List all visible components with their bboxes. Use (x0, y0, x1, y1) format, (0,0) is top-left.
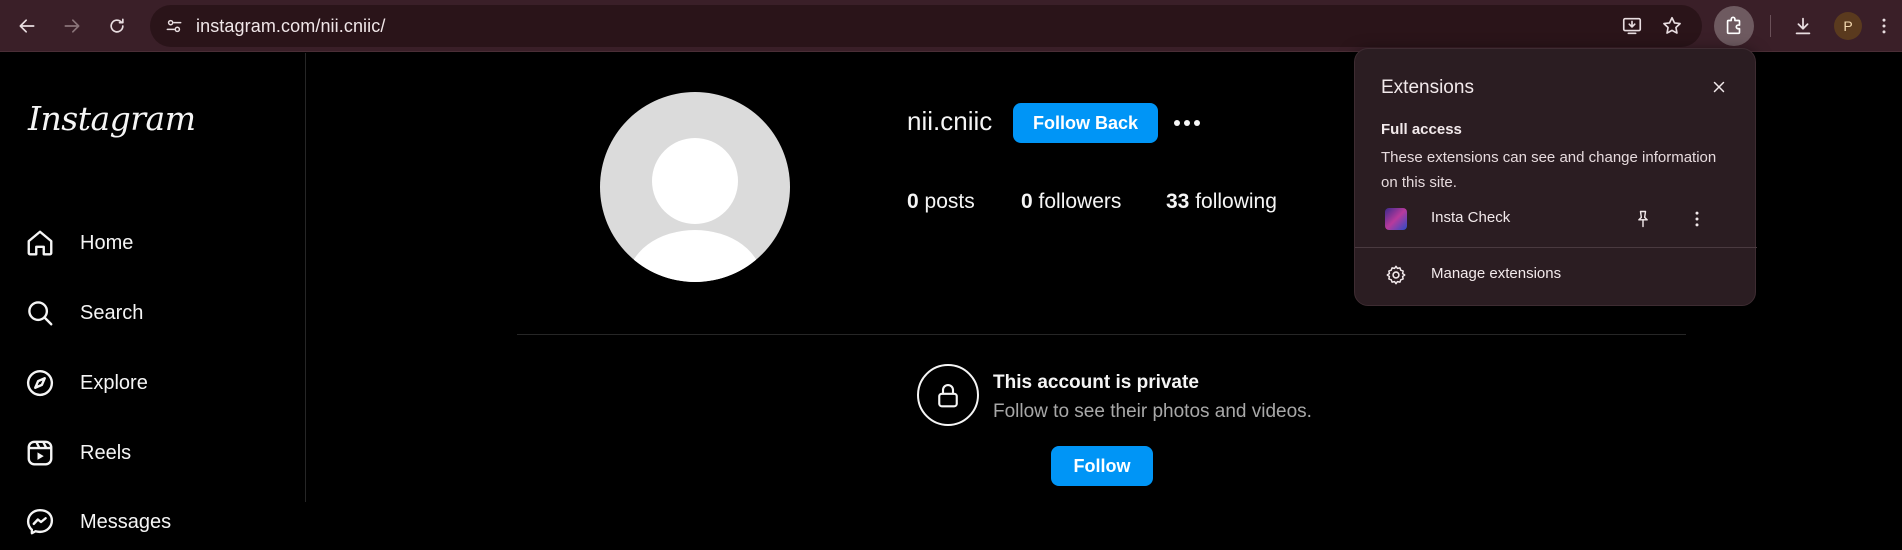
tune-icon (166, 19, 182, 33)
back-button[interactable] (10, 9, 44, 43)
downloads-button[interactable] (1786, 9, 1820, 43)
messenger-icon (12, 494, 68, 550)
follow-button[interactable]: Follow (1051, 446, 1153, 486)
popup-divider (1355, 247, 1757, 248)
install-app-icon (1622, 17, 1642, 35)
full-access-heading: Full access (1381, 121, 1462, 138)
avatar-placeholder-body (628, 230, 762, 282)
reload-button[interactable] (100, 9, 134, 43)
sidebar-item-label: Messages (80, 510, 172, 533)
sidebar-item-label: Home (80, 231, 134, 254)
followers-label: followers (1032, 190, 1122, 213)
sidebar-item-label: Reels (80, 441, 132, 464)
sidebar-item-explore[interactable]: Explore (12, 355, 292, 411)
url-text[interactable]: instagram.com/nii.cniic/ (196, 5, 385, 47)
pin-extension-button[interactable] (1629, 205, 1657, 233)
download-icon (1795, 17, 1811, 35)
browser-menu-button[interactable] (1872, 12, 1896, 40)
arrow-right-icon (64, 19, 80, 33)
forward-button[interactable] (55, 9, 89, 43)
manage-extensions-label: Manage extensions (1431, 265, 1562, 282)
kebab-icon (1695, 211, 1699, 227)
sidebar-item-messages[interactable]: Messages (12, 494, 292, 550)
close-icon (1713, 81, 1725, 93)
bookmark-button[interactable] (1658, 12, 1686, 40)
extensions-button[interactable] (1714, 6, 1754, 46)
follow-back-button[interactable]: Follow Back (1013, 103, 1158, 143)
kebab-icon (1882, 18, 1886, 34)
extension-item-insta-check[interactable]: Insta Check (1355, 197, 1757, 241)
extension-options-button[interactable] (1683, 205, 1711, 233)
manage-extensions-item[interactable]: Manage extensions (1355, 253, 1757, 297)
lock-icon (917, 364, 979, 426)
posts-number: 0 (907, 190, 919, 213)
browser-toolbar: instagram.com/nii.cniic/ P (0, 0, 1902, 52)
following-number: 33 (1166, 190, 1190, 213)
sidebar-item-search[interactable]: Search (12, 285, 292, 341)
following-count[interactable]: 33 following (1166, 190, 1277, 214)
posts-count: 0 posts (907, 190, 975, 214)
followers-number: 0 (1021, 190, 1033, 213)
profile-options-button[interactable] (1170, 108, 1204, 138)
close-button[interactable] (1705, 73, 1733, 101)
profile-picture[interactable] (600, 92, 790, 282)
reels-icon (12, 425, 68, 481)
avatar-placeholder-head (652, 138, 738, 224)
toolbar-separator (1770, 15, 1771, 37)
followers-count[interactable]: 0 followers (1021, 190, 1121, 214)
sidebar-item-reels[interactable]: Reels (12, 425, 292, 481)
star-icon (1663, 16, 1681, 34)
home-icon (12, 215, 68, 271)
instagram-sidebar: Instagram Home Search Explore Reels Mess… (0, 53, 306, 535)
arrow-left-icon (19, 19, 35, 33)
compass-icon (12, 355, 68, 411)
following-label: following (1189, 190, 1277, 213)
profile-divider (517, 334, 1686, 335)
posts-label: posts (918, 190, 975, 213)
sidebar-item-label: Explore (80, 371, 148, 394)
extensions-popup-title: Extensions (1381, 77, 1474, 98)
site-info-button[interactable] (158, 10, 190, 42)
extensions-popup: Extensions Full access These extensions … (1354, 48, 1757, 306)
insta-check-icon (1385, 208, 1407, 230)
extension-name: Insta Check (1431, 209, 1511, 226)
search-icon (12, 285, 68, 341)
private-account-subtitle: Follow to see their photos and videos. (993, 401, 1312, 422)
profile-username: nii.cniic (907, 106, 993, 136)
profile-avatar-button[interactable]: P (1834, 12, 1862, 40)
gear-icon (1385, 264, 1407, 286)
reload-icon (110, 18, 124, 33)
private-account-title: This account is private (993, 372, 1199, 393)
address-bar[interactable]: instagram.com/nii.cniic/ (150, 5, 1702, 47)
sidebar-item-label: Search (80, 301, 144, 324)
instagram-logo[interactable]: Instagram (28, 99, 196, 138)
sidebar-item-home[interactable]: Home (12, 215, 292, 271)
pin-icon (1638, 210, 1648, 228)
full-access-description: These extensions can see and change info… (1381, 149, 1717, 191)
puzzle-icon (1726, 16, 1741, 35)
more-horizontal-icon (1174, 120, 1200, 126)
install-app-button[interactable] (1618, 12, 1646, 40)
